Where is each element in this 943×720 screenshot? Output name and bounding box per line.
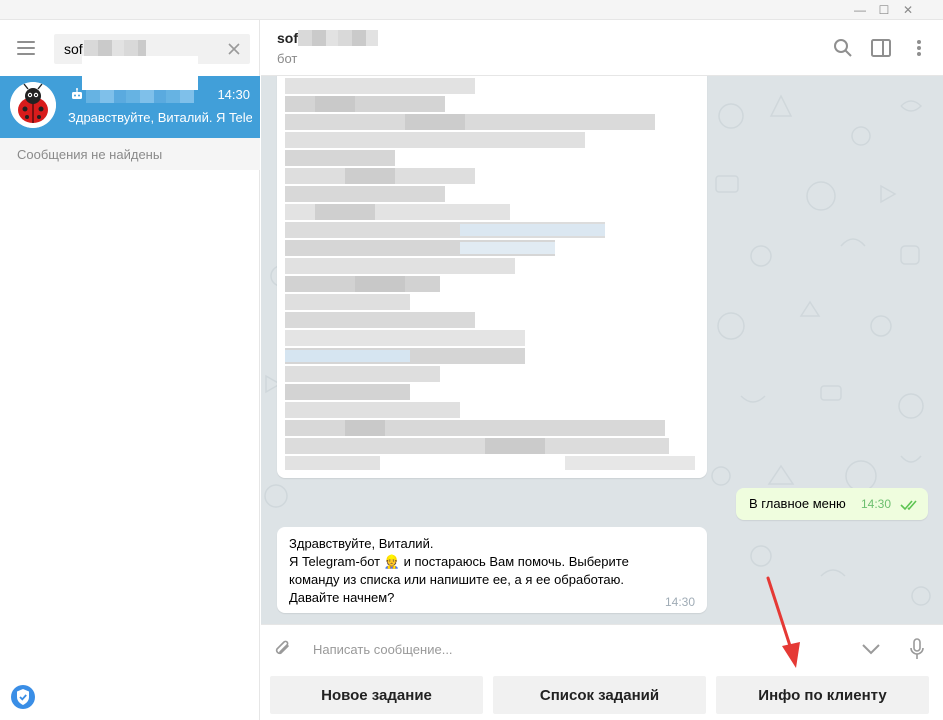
keyboard-toggle-button[interactable]: [859, 637, 883, 661]
worker-emoji-icon: 👷: [383, 554, 400, 569]
search-button[interactable]: [831, 36, 855, 60]
microphone-icon: [910, 638, 924, 659]
attach-button[interactable]: [271, 637, 295, 661]
incoming-message-time: 14:30: [665, 595, 696, 609]
close-window-button[interactable]: ✕: [896, 0, 920, 20]
message-composer: [261, 624, 943, 672]
outgoing-message: В главное меню 14:30: [736, 488, 928, 520]
ladybug-avatar-icon: [10, 82, 56, 128]
incoming-message: Здравствуйте, Виталий. Я Telegram-бот 👷 …: [277, 527, 707, 613]
blurred-message-bubble: [277, 76, 707, 478]
voice-record-button[interactable]: [905, 637, 929, 661]
search-clear-button[interactable]: [224, 39, 244, 59]
redacted-chat-title: [298, 30, 378, 46]
message-fragment: Я Telegram-бот: [289, 554, 381, 569]
chat-header: sof бот: [261, 20, 943, 76]
chevron-down-icon: [862, 644, 880, 655]
outgoing-message-text: В главное меню: [749, 496, 846, 511]
message-line: Я Telegram-бот 👷 и постараюсь Вам помочь…: [289, 553, 699, 571]
message-line: Давайте начнем?: [289, 590, 395, 605]
client-info-button[interactable]: Инфо по клиенту: [716, 676, 929, 714]
message-input[interactable]: [313, 639, 813, 659]
message-area[interactable]: В главное меню 14:30 Здравствуйте, Витал…: [261, 76, 943, 624]
task-list-button[interactable]: Список заданий: [493, 676, 706, 714]
maximize-icon: ☐: [878, 3, 890, 17]
paperclip-icon: [275, 640, 289, 655]
hamburger-menu-icon: [17, 41, 35, 43]
no-messages-found-label: Сообщения не найдены: [0, 138, 260, 170]
chat-panel: sof бот В главное меню 14:30 Здравствуйт…: [261, 20, 943, 720]
shield-check-icon: [11, 685, 35, 709]
maximize-button[interactable]: ☐: [872, 0, 896, 20]
bot-keyboard: Новое задание Список заданий Инфо по кли…: [261, 672, 943, 720]
close-icon: [228, 43, 240, 55]
minimize-icon: —: [854, 3, 866, 17]
hamburger-menu-line: [17, 53, 35, 55]
close-icon: ✕: [902, 3, 914, 17]
hamburger-menu-line: [17, 47, 35, 49]
chat-title: sof: [277, 30, 298, 46]
sidebar-toggle-button[interactable]: [869, 36, 893, 60]
message-fragment: и постараюсь Вам помочь. Выберите: [403, 554, 629, 569]
redacted-search-text: [84, 40, 146, 56]
hamburger-menu-button[interactable]: [14, 37, 40, 59]
shield-button[interactable]: [10, 684, 36, 710]
outgoing-message-time: 14:30: [861, 497, 892, 511]
incoming-message-text: Здравствуйте, Виталий. Я Telegram-бот 👷 …: [289, 535, 699, 607]
message-line: команду из списка или напишите ее, а я е…: [289, 572, 625, 587]
new-task-button[interactable]: Новое задание: [270, 676, 483, 714]
sidebar-toggle-icon: [871, 39, 891, 57]
more-options-button[interactable]: [907, 36, 931, 60]
message-line: Здравствуйте, Виталий.: [289, 536, 434, 551]
chat-status: бот: [277, 51, 298, 66]
window-titlebar: — ☐ ✕: [0, 0, 943, 20]
redacted-message-content: [285, 78, 695, 470]
left-sidebar: 14:30 Здравствуйте, Виталий. Я Telegram-…: [0, 20, 260, 720]
chat-preview: Здравствуйте, Виталий. Я Telegram-бот: [68, 110, 252, 125]
double-check-icon: [900, 500, 917, 511]
chat-time: 14:30: [217, 87, 250, 102]
search-icon: [834, 39, 852, 57]
more-vertical-icon: [917, 40, 921, 56]
redacted-dropdown-area: [82, 56, 198, 90]
minimize-button[interactable]: —: [848, 0, 872, 20]
avatar: [10, 82, 56, 128]
